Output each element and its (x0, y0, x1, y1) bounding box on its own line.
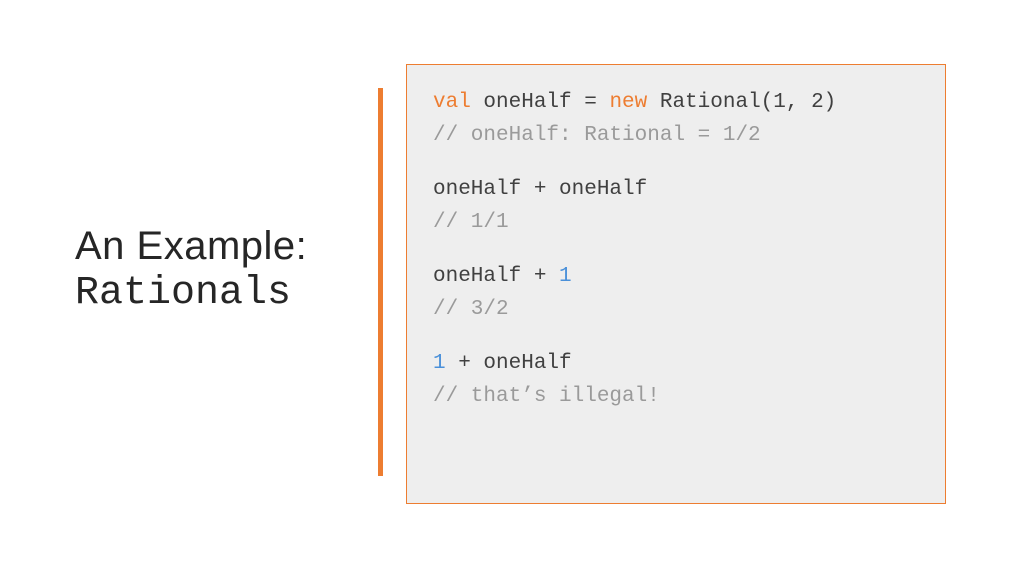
vertical-rule (378, 88, 383, 476)
title-line-2: Rationals (75, 270, 355, 318)
code-block: val oneHalf = new Rational(1, 2) // oneH… (406, 64, 946, 504)
code-comment: // that’s illegal! (433, 381, 919, 414)
keyword-new: new (609, 91, 647, 114)
code-comment: // 1/1 (433, 207, 919, 240)
code-comment: // oneHalf: Rational = 1/2 (433, 120, 919, 153)
keyword-val: val (433, 91, 471, 114)
code-comment: // 3/2 (433, 294, 919, 327)
number-literal: 1 (433, 352, 446, 375)
code-text: Rational(1, 2) (647, 91, 836, 114)
code-text: oneHalf + (433, 265, 559, 288)
code-line-7: 1 + oneHalf (433, 348, 919, 381)
slide: An Example: Rationals val oneHalf = new … (0, 0, 1024, 576)
code-line-3: oneHalf + oneHalf (433, 174, 919, 207)
code-line-1: val oneHalf = new Rational(1, 2) (433, 87, 919, 120)
blank-line (433, 152, 919, 174)
number-literal: 1 (559, 265, 572, 288)
blank-line (433, 239, 919, 261)
blank-line (433, 326, 919, 348)
code-text: + oneHalf (446, 352, 572, 375)
slide-title: An Example: Rationals (75, 222, 355, 318)
code-text: oneHalf = (471, 91, 610, 114)
title-line-1: An Example: (75, 222, 355, 270)
code-line-5: oneHalf + 1 (433, 261, 919, 294)
